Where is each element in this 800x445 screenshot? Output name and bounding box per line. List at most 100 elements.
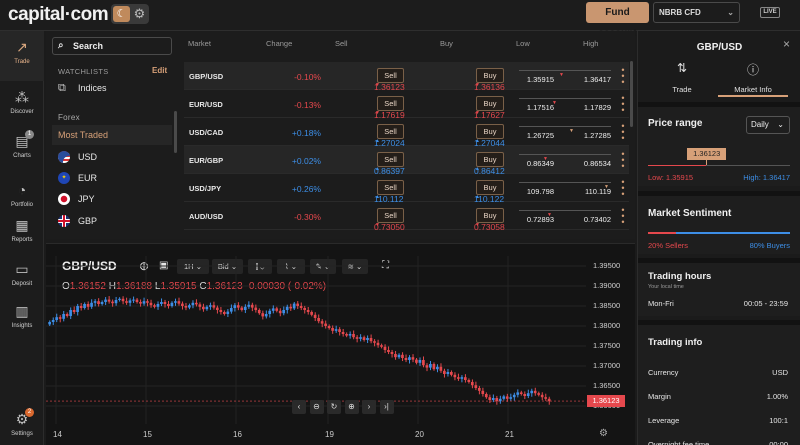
candle-body	[429, 364, 432, 368]
edit-watchlists-link[interactable]: Edit	[152, 66, 167, 75]
nav-item-label: Charts	[13, 153, 31, 159]
candle-body	[219, 310, 223, 312]
more-options-icon[interactable]: • • •	[620, 178, 626, 199]
market-change: -0.13%	[294, 100, 321, 110]
candle-body	[62, 314, 65, 319]
instrument-sidebar: ⌕ Search WATCHLISTS Edit ⧉ Indices Forex …	[46, 31, 178, 239]
price-range-bar	[648, 160, 790, 166]
chart-settings-icon[interactable]: ⚙	[599, 428, 608, 439]
candle-body	[55, 317, 58, 320]
market-row[interactable]: GBP/USD -0.10% 1.36123 ▼ Sell 1.36136 ▼ Buy 1.35…	[184, 62, 629, 92]
forex-item-label: EUR	[78, 173, 98, 183]
low-price: 0.72893	[526, 215, 554, 224]
buyers-label: 80% Buyers	[749, 241, 790, 250]
nav-item-insights[interactable]: ▥ Insights	[0, 295, 44, 345]
nav-item-discover[interactable]: ⁂ Discover	[0, 81, 44, 131]
fund-account-button[interactable]: Fund account	[586, 2, 649, 39]
deposit-icon: ▭	[15, 261, 29, 277]
sellers-fill	[648, 232, 677, 234]
scroll-right-icon[interactable]: ›	[362, 400, 376, 414]
nav-item-label: Settings	[11, 431, 33, 437]
col-change[interactable]: Change	[266, 39, 292, 48]
forex-item-eur[interactable]: ✦ EUR	[52, 168, 172, 188]
candle-body	[100, 302, 104, 304]
candle-body	[394, 354, 397, 358]
zoom-in-icon[interactable]: ⊕	[344, 400, 359, 414]
candle-body	[488, 397, 492, 400]
candle-body	[519, 392, 523, 394]
nav-item-trade[interactable]: ↗ Trade	[0, 31, 44, 81]
watchlist-item-indices[interactable]: ⧉ Indices	[52, 78, 172, 98]
forex-item-usd[interactable]: USD	[52, 147, 172, 167]
sell-button[interactable]: Sell	[377, 180, 404, 195]
scroll-left-icon[interactable]: ‹	[292, 400, 306, 414]
sell-button[interactable]: Sell	[377, 152, 404, 167]
forex-item-most-traded[interactable]: Most Traded	[52, 125, 172, 145]
sell-button[interactable]: Sell	[377, 68, 404, 83]
col-market[interactable]: Market	[188, 39, 211, 48]
candlestick-chart[interactable]	[46, 244, 635, 445]
col-sell[interactable]: Sell	[335, 39, 348, 48]
nav-item-reports[interactable]: ▦ Reports	[0, 209, 44, 259]
tab-trade[interactable]: ⇅ Trade	[647, 61, 717, 94]
info-label: Margin	[648, 392, 671, 401]
theme-toggle[interactable]: ☾ ⚙	[111, 4, 149, 24]
reset-icon[interactable]: ↻	[327, 400, 341, 414]
brand-logo[interactable]: capital·com	[8, 4, 109, 26]
market-row[interactable]: EUR/GBP +0.02% 0.86397 ▲ Sell 0.86412 ▲ Buy 0.86…	[184, 146, 629, 176]
range-high: High: 1.36417	[743, 173, 790, 182]
market-row[interactable]: USD/CAD +0.18% 1.27024 ▲ Sell 1.27044 ▲ Buy 1.26…	[184, 118, 629, 148]
trading-hours-title: Trading hours	[648, 271, 712, 282]
live-badge: LIVE	[760, 7, 780, 18]
reports-icon: ▦	[15, 217, 29, 233]
day-range-bar	[519, 210, 611, 211]
candle-body	[247, 304, 251, 307]
market-scrollbar[interactable]	[630, 61, 633, 127]
sell-button[interactable]: Sell	[377, 124, 404, 139]
forex-item-jpy[interactable]: JPY	[52, 189, 172, 209]
forex-item-gbp[interactable]: GBP	[52, 211, 172, 231]
sell-button[interactable]: Sell	[377, 208, 404, 223]
zoom-out-icon[interactable]: ⊖	[309, 400, 324, 414]
close-icon[interactable]: ×	[783, 37, 790, 51]
col-high[interactable]: High	[583, 39, 598, 48]
col-low[interactable]: Low	[516, 39, 530, 48]
candle-body	[142, 301, 146, 304]
col-buy[interactable]: Buy	[440, 39, 453, 48]
insights-icon: ▥	[15, 303, 29, 319]
info-label: Currency	[648, 368, 679, 377]
candle-body	[537, 393, 541, 395]
price-tick-label: 1.36500	[593, 381, 621, 390]
more-options-icon[interactable]: • • •	[620, 66, 626, 87]
sell-button[interactable]: Sell	[377, 96, 404, 111]
candle-body	[334, 329, 338, 331]
sidebar-scrollbar[interactable]	[174, 111, 177, 153]
info-value: USD	[772, 368, 788, 377]
watchlists-title: WATCHLISTS	[58, 67, 109, 76]
search-button[interactable]: ⌕ Search	[52, 37, 172, 55]
market-row[interactable]: EUR/USD -0.13% 1.17619 ▼ Sell 1.17627 ▼ Buy 1.17…	[184, 90, 629, 120]
candle-body	[156, 304, 160, 307]
account-selector[interactable]: NBRB CFD ⌄	[653, 2, 740, 23]
trading-info-row: Margin 1.00%	[648, 392, 788, 401]
moon-icon[interactable]: ☾	[113, 6, 130, 22]
market-row[interactable]: AUD/USD -0.30% 0.73050 ▼ Sell 0.73058 ▼ Buy 0.72…	[184, 202, 629, 232]
more-options-icon[interactable]: • • •	[620, 122, 626, 143]
candle-body	[362, 337, 366, 340]
more-options-icon[interactable]: • • •	[620, 150, 626, 171]
go-to-latest-icon[interactable]: ›|	[379, 400, 394, 414]
time-tick-label: 14	[53, 430, 62, 439]
more-options-icon[interactable]: • • •	[620, 206, 626, 227]
candle-body	[160, 302, 163, 304]
eu-flag-icon: ✦	[58, 171, 70, 184]
nav-item-charts[interactable]: ▤ Charts 1	[0, 125, 44, 175]
price-axis[interactable]: 1.39500 1.39000 1.38500 1.38000 1.37500 1.370…	[589, 244, 635, 445]
nav-item-settings[interactable]: ⚙ Settings 2	[0, 403, 44, 445]
market-row[interactable]: USD/JPY +0.26% 110.112 ▲ Sell 110.122 ▲ Buy 109.…	[184, 174, 629, 204]
period-selector[interactable]: Daily ⌄	[746, 116, 790, 134]
more-options-icon[interactable]: • • •	[620, 94, 626, 115]
candle-body	[264, 314, 268, 317]
tab-market-info[interactable]: ⓘ Market Info	[718, 61, 788, 97]
price-tick-label: 1.37500	[593, 341, 621, 350]
settings-gear-icon[interactable]: ⚙	[132, 5, 147, 23]
